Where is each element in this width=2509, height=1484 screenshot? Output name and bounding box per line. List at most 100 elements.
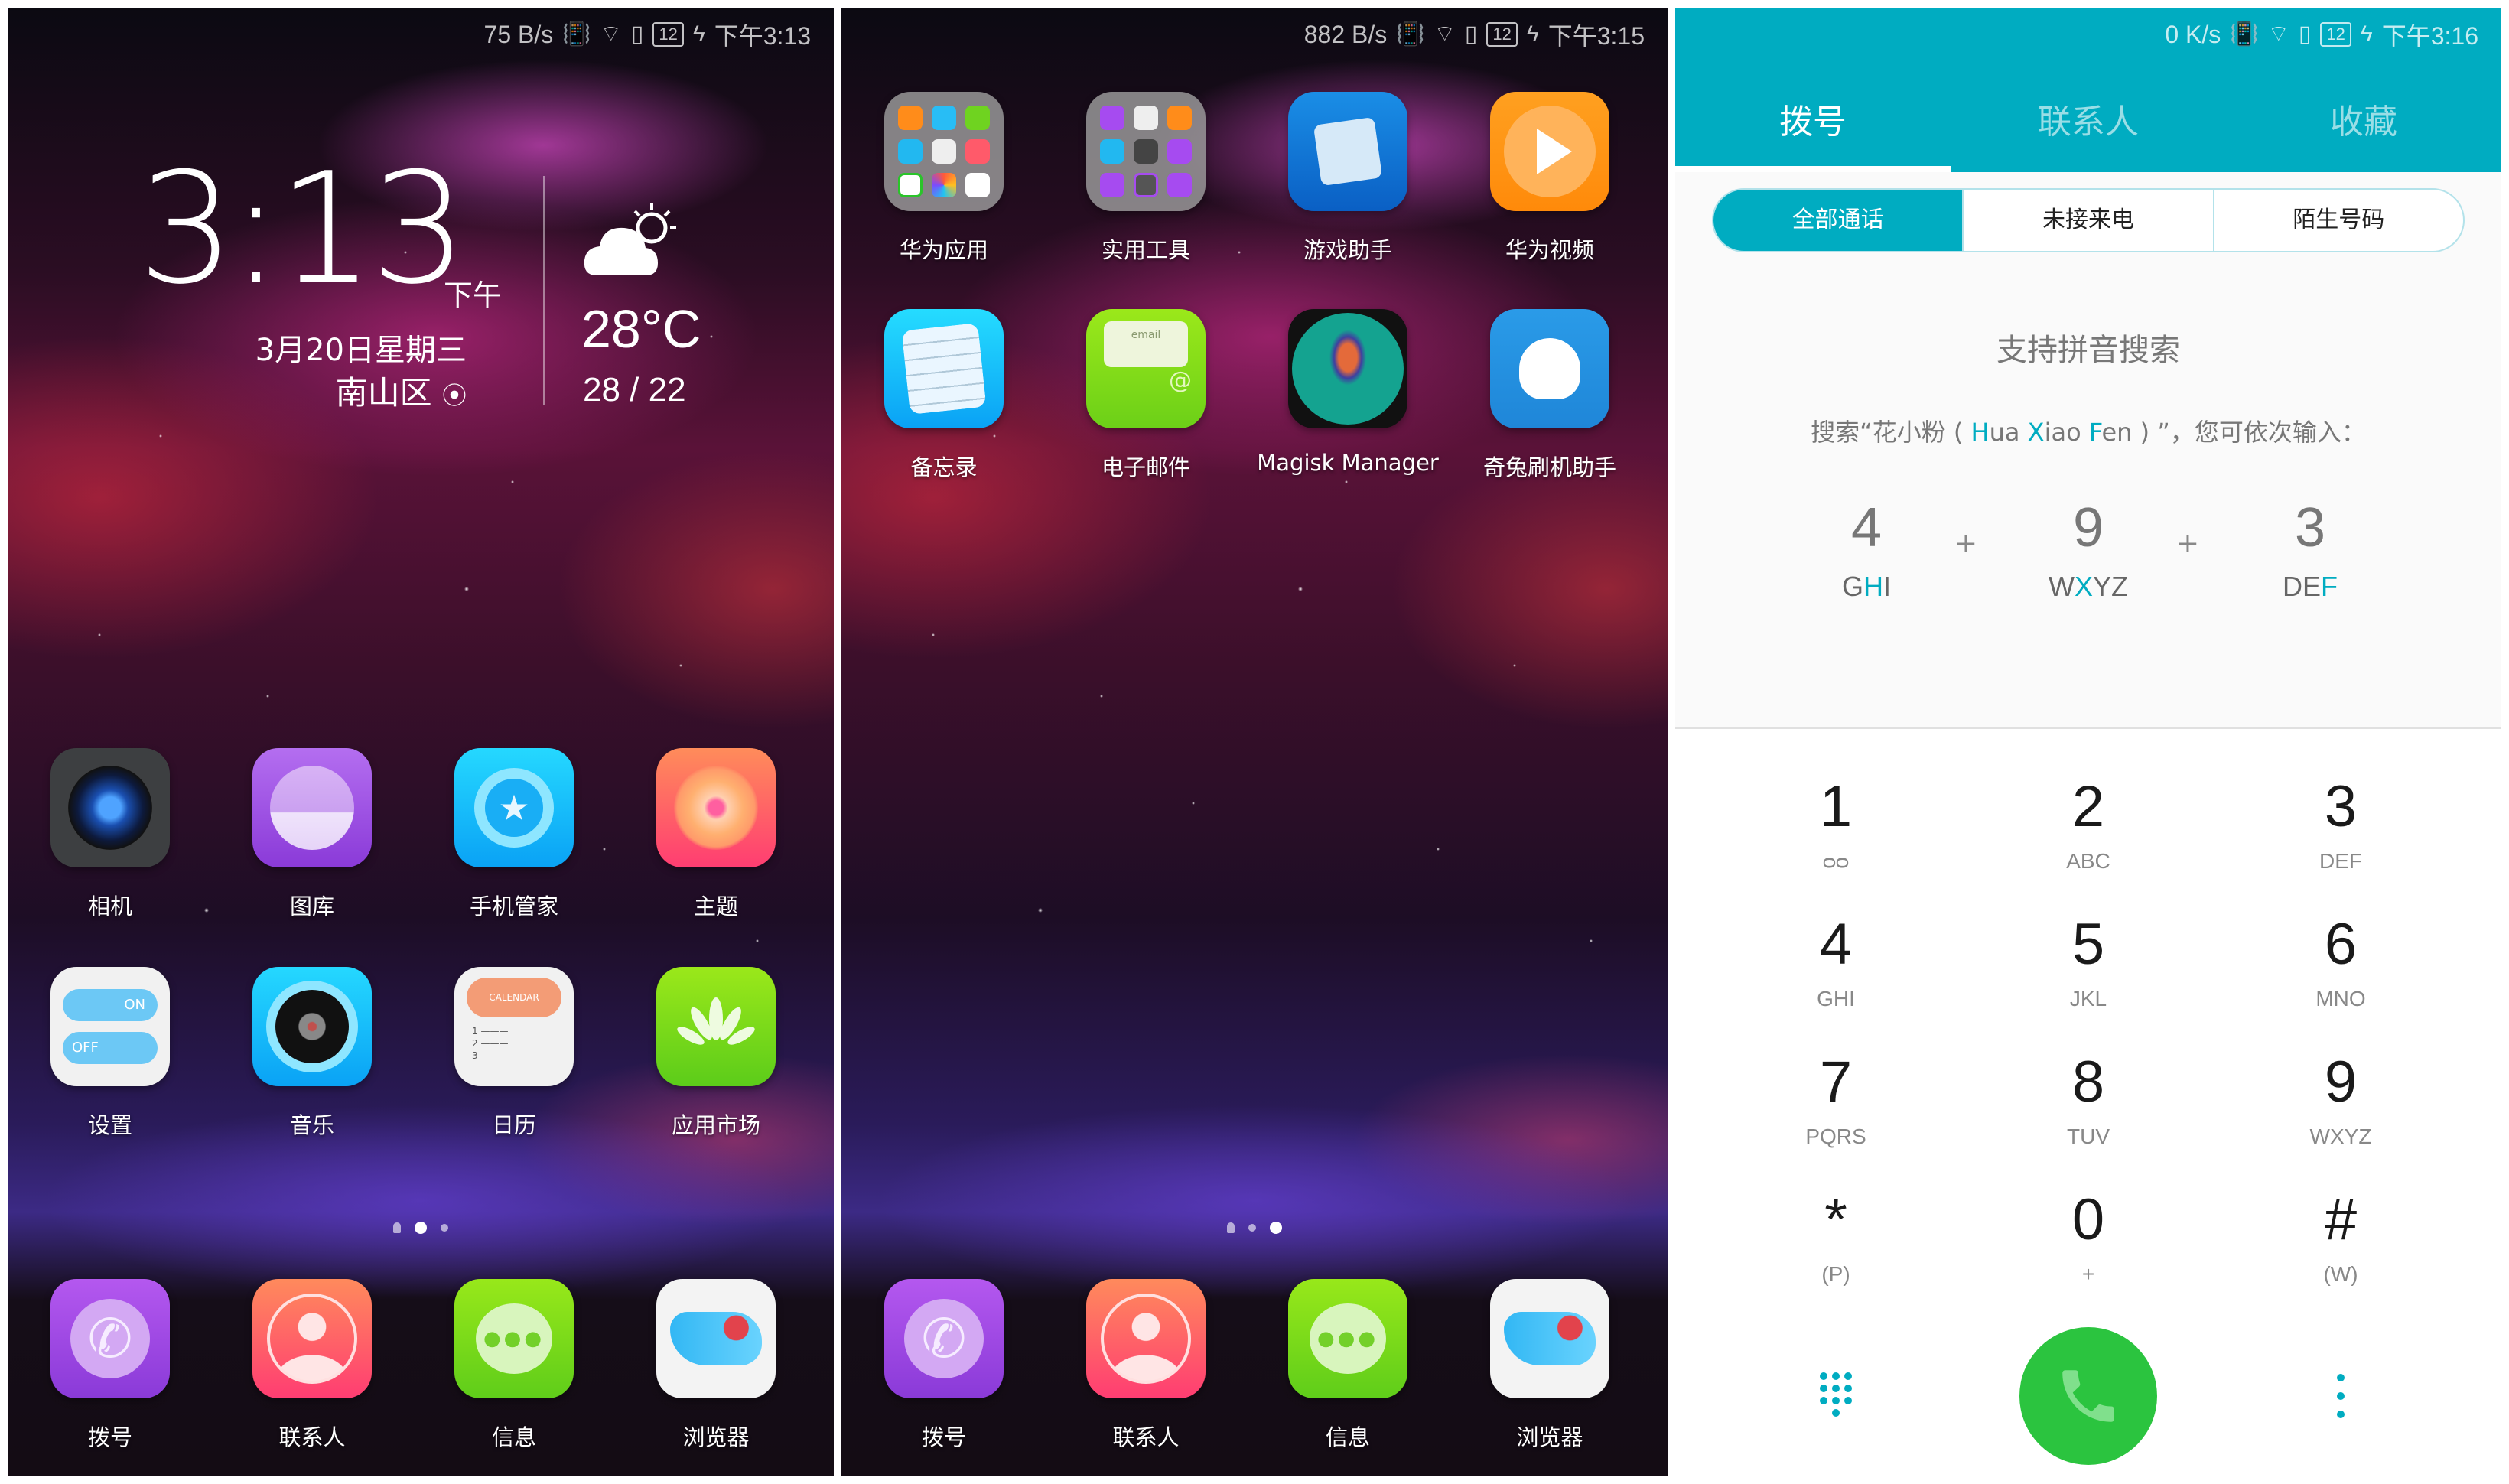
app-gallery[interactable]: 图库	[211, 748, 413, 921]
key-star[interactable]: * (P)	[1744, 1186, 1928, 1300]
clock-weather-widget[interactable]: 3:13 下午 3月20日星期三 南山区 ⦿ 28°C 28 / 22	[138, 153, 750, 428]
dock-messages[interactable]: ●●● 信息	[413, 1279, 615, 1452]
key-3[interactable]: 3 DEF	[2249, 773, 2433, 887]
more-options-icon[interactable]	[2310, 1365, 2371, 1427]
app-label: 主题	[693, 893, 738, 919]
calendar-icon-text: CALENDAR	[467, 978, 561, 1017]
status-time: 下午3:16	[2381, 22, 2478, 50]
app-settings[interactable]: ON OFF 设置	[9, 967, 211, 1140]
app-game-assistant[interactable]: 游戏助手	[1247, 92, 1449, 265]
dialer-icon: ✆	[884, 1279, 1004, 1398]
app-label: 联系人	[1112, 1424, 1180, 1450]
folder-tools[interactable]: 实用工具	[1045, 92, 1247, 265]
dock-dialer[interactable]: ✆ 拨号	[9, 1279, 211, 1452]
status-bar: 75 B/s 📳 ⌔ ▯ 12 ϟ 下午3:13	[484, 8, 834, 61]
hint-text: en	[2101, 418, 2133, 447]
key-digit: 1	[1819, 774, 1853, 839]
page-indicator[interactable]	[8, 1222, 834, 1234]
status-time: 下午3:15	[1547, 22, 1645, 50]
page-dot-2[interactable]	[1270, 1222, 1282, 1234]
wifi-icon: ⌔	[2267, 21, 2289, 47]
app-email[interactable]: email @ 电子邮件	[1045, 309, 1247, 482]
tab-dial[interactable]: 拨号	[1675, 84, 1951, 172]
app-magisk[interactable]: Magisk Manager	[1247, 309, 1449, 476]
battery-level: 12	[1486, 22, 1518, 47]
key-letters: WXYZ	[2309, 1124, 2372, 1148]
filter-all-calls[interactable]: 全部通话	[1713, 190, 1963, 251]
key-0[interactable]: 0 +	[1996, 1186, 2180, 1300]
app-label: 备忘录	[910, 454, 978, 480]
example-digit: 4	[1850, 497, 1883, 558]
page-dot-1[interactable]	[415, 1222, 427, 1234]
example-key: 9 WXYZ	[2027, 497, 2149, 603]
temperature-range: 28 / 22	[583, 371, 686, 408]
dock-dialer[interactable]: ✆ 拨号	[843, 1279, 1045, 1452]
app-notes[interactable]: 备忘录	[843, 309, 1045, 482]
game-assistant-icon	[1288, 92, 1407, 211]
page-dot-1[interactable]	[1248, 1224, 1256, 1232]
app-phone-manager[interactable]: ★ 手机管家	[413, 748, 615, 921]
clock-location: 南山区 ⦿	[336, 367, 467, 414]
hint-highlight: X	[2027, 418, 2045, 447]
dock-browser[interactable]: 浏览器	[1449, 1279, 1651, 1452]
app-themes[interactable]: 主题	[615, 748, 817, 921]
dock-browser[interactable]: 浏览器	[615, 1279, 817, 1452]
key-letters: TUV	[2067, 1124, 2110, 1148]
app-qitu-flash[interactable]: 奇兔刷机助手	[1449, 309, 1651, 482]
key-digit: 4	[1819, 912, 1853, 977]
widget-divider	[543, 176, 545, 405]
key-9[interactable]: 9 WXYZ	[2249, 1048, 2433, 1163]
app-huawei-video[interactable]: 华为视频	[1449, 92, 1651, 265]
key-digit: 9	[2324, 1050, 2358, 1115]
app-music[interactable]: 音乐	[211, 967, 413, 1140]
network-speed: 75 B/s	[483, 20, 554, 48]
example-letters: DEF	[2282, 571, 2338, 602]
themes-icon	[656, 748, 776, 867]
hint-highlight: F	[2088, 418, 2102, 447]
call-button[interactable]	[2019, 1327, 2157, 1465]
app-label: 拨号	[87, 1424, 132, 1450]
tab-contacts[interactable]: 联系人	[1951, 84, 2226, 172]
folder-huawei-apps[interactable]: 华为应用	[843, 92, 1045, 265]
key-digit: 3	[2324, 774, 2358, 839]
app-label: 信息	[1325, 1424, 1370, 1450]
hint-text: ua	[1989, 418, 2028, 447]
hint-highlight: H	[1970, 418, 1990, 447]
filter-missed-calls[interactable]: 未接来电	[1962, 190, 2212, 251]
dock-contacts[interactable]: 联系人	[211, 1279, 413, 1452]
page-dot-2[interactable]	[441, 1224, 448, 1232]
key-hash[interactable]: # (W)	[2249, 1186, 2433, 1300]
app-market-icon	[656, 967, 776, 1086]
app-calendar[interactable]: CALENDAR 1 ——— 2 ——— 3 ——— 日历	[413, 967, 615, 1140]
dock-contacts[interactable]: 联系人	[1045, 1279, 1247, 1452]
key-2[interactable]: 2 ABC	[1996, 773, 2180, 887]
example-digit: 9	[2072, 497, 2104, 558]
app-camera[interactable]: 相机	[9, 748, 211, 921]
key-5[interactable]: 5 JKL	[1996, 910, 2180, 1025]
magisk-icon	[1288, 309, 1407, 428]
app-label: Magisk Manager	[1257, 450, 1439, 476]
key-digit: 8	[2071, 1050, 2105, 1115]
key-letters: DEF	[2319, 849, 2362, 873]
key-1[interactable]: 1 ᴑᴑ	[1744, 773, 1928, 887]
app-label: 拨号	[921, 1424, 966, 1450]
key-7[interactable]: 7 PQRS	[1744, 1048, 1928, 1163]
tab-favorites[interactable]: 收藏	[2226, 84, 2501, 172]
dock-messages[interactable]: ●●● 信息	[1247, 1279, 1449, 1452]
key-4[interactable]: 4 GHI	[1744, 910, 1928, 1025]
status-bar: 882 B/s 📳 ⌔ ▯ 12 ϟ 下午3:15	[1304, 8, 1668, 61]
key-6[interactable]: 6 MNO	[2249, 910, 2433, 1025]
example-letters: WXYZ	[2048, 571, 2128, 602]
sim-alert-icon: ▯	[630, 21, 644, 47]
huawei-video-icon	[1490, 92, 1609, 211]
app-market[interactable]: 应用市场	[615, 967, 817, 1140]
key-8[interactable]: 8 TUV	[1996, 1048, 2180, 1163]
filter-unknown-numbers[interactable]: 陌生号码	[2212, 190, 2463, 251]
dialpad-toggle-icon[interactable]	[1805, 1365, 1866, 1427]
sim-alert-icon: ▯	[1464, 21, 1478, 47]
pinyin-hint-text: 搜索“花小粉 ( Hua Xiao Fen ) ”，您可依次输入：	[1675, 413, 2501, 448]
app-label: 华为应用	[899, 237, 988, 263]
page-indicator[interactable]	[841, 1222, 1668, 1234]
app-label: 联系人	[278, 1424, 346, 1450]
messages-icon: ●●●	[454, 1279, 574, 1398]
